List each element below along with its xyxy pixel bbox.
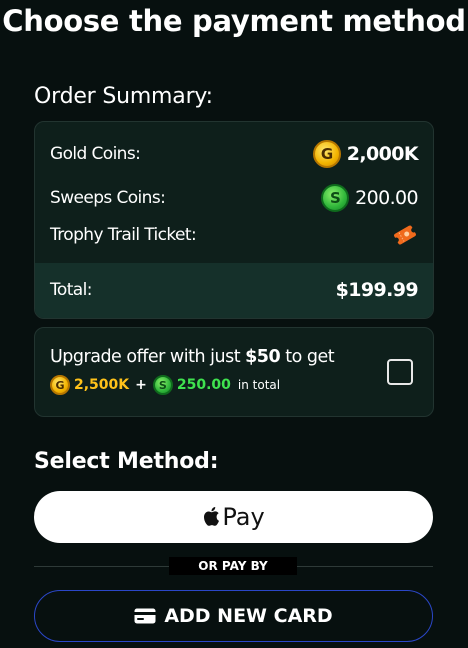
sweeps-coins-label: Sweeps Coins: bbox=[50, 188, 166, 208]
upgrade-amount: $50 bbox=[245, 347, 281, 367]
page-title: Choose the payment method bbox=[2, 4, 466, 38]
trophy-ticket-value-group bbox=[392, 225, 418, 245]
gold-coins-value-group: G 2,000K bbox=[312, 140, 419, 168]
upgrade-text-before: Upgrade offer with just bbox=[50, 347, 246, 367]
gold-coins-row: Gold Coins: G 2,000K bbox=[50, 139, 419, 169]
total-value: $199.99 bbox=[335, 279, 419, 301]
upgrade-gold-value: 2,500K bbox=[74, 377, 130, 393]
plus-sign: + bbox=[135, 377, 147, 393]
upgrade-checkbox[interactable] bbox=[387, 359, 413, 385]
gold-coin-icon: G bbox=[312, 140, 341, 168]
apple-logo-icon bbox=[204, 506, 220, 526]
total-row: Total: $199.99 bbox=[50, 275, 419, 305]
upgrade-text-after: to get bbox=[280, 347, 335, 367]
or-pay-by-label: OR PAY BY bbox=[169, 557, 297, 575]
gold-coins-label: Gold Coins: bbox=[50, 144, 141, 164]
apple-pay-label: Pay bbox=[222, 503, 265, 531]
add-new-card-label: ADD NEW CARD bbox=[164, 605, 333, 627]
upgrade-offer-card[interactable]: Upgrade offer with just $50 to get G 2,5… bbox=[34, 327, 434, 417]
upgrade-offer-rewards: G 2,500K + S 250.00 in total bbox=[50, 375, 280, 395]
sweeps-coins-value: 200.00 bbox=[355, 187, 418, 209]
apple-pay-button[interactable]: Pay bbox=[34, 491, 433, 543]
total-label: Total: bbox=[50, 280, 92, 300]
total-strip: Total: $199.99 bbox=[35, 263, 433, 318]
trophy-ticket-row: Trophy Trail Ticket: bbox=[50, 220, 418, 250]
gold-coins-value: 2,000K bbox=[346, 143, 419, 165]
gold-coin-icon: G bbox=[50, 375, 70, 395]
upgrade-offer-text: Upgrade offer with just $50 to get bbox=[50, 347, 335, 367]
select-method-title: Select Method: bbox=[34, 449, 219, 474]
sweeps-coin-icon: S bbox=[152, 375, 173, 395]
order-summary-card: Gold Coins: G 2,000K Sweeps Coins: S 200… bbox=[34, 121, 434, 319]
credit-card-icon bbox=[134, 608, 156, 624]
upgrade-suffix: in total bbox=[237, 378, 281, 392]
ticket-icon bbox=[393, 225, 417, 245]
sweeps-coins-value-group: S 200.00 bbox=[321, 184, 419, 212]
add-new-card-button[interactable]: ADD NEW CARD bbox=[34, 590, 433, 642]
sweeps-coin-icon: S bbox=[321, 184, 350, 212]
upgrade-sweeps-value: 250.00 bbox=[176, 377, 231, 393]
sweeps-coins-row: Sweeps Coins: S 200.00 bbox=[50, 183, 419, 213]
trophy-ticket-label: Trophy Trail Ticket: bbox=[50, 225, 197, 245]
order-summary-title: Order Summary: bbox=[34, 84, 213, 109]
